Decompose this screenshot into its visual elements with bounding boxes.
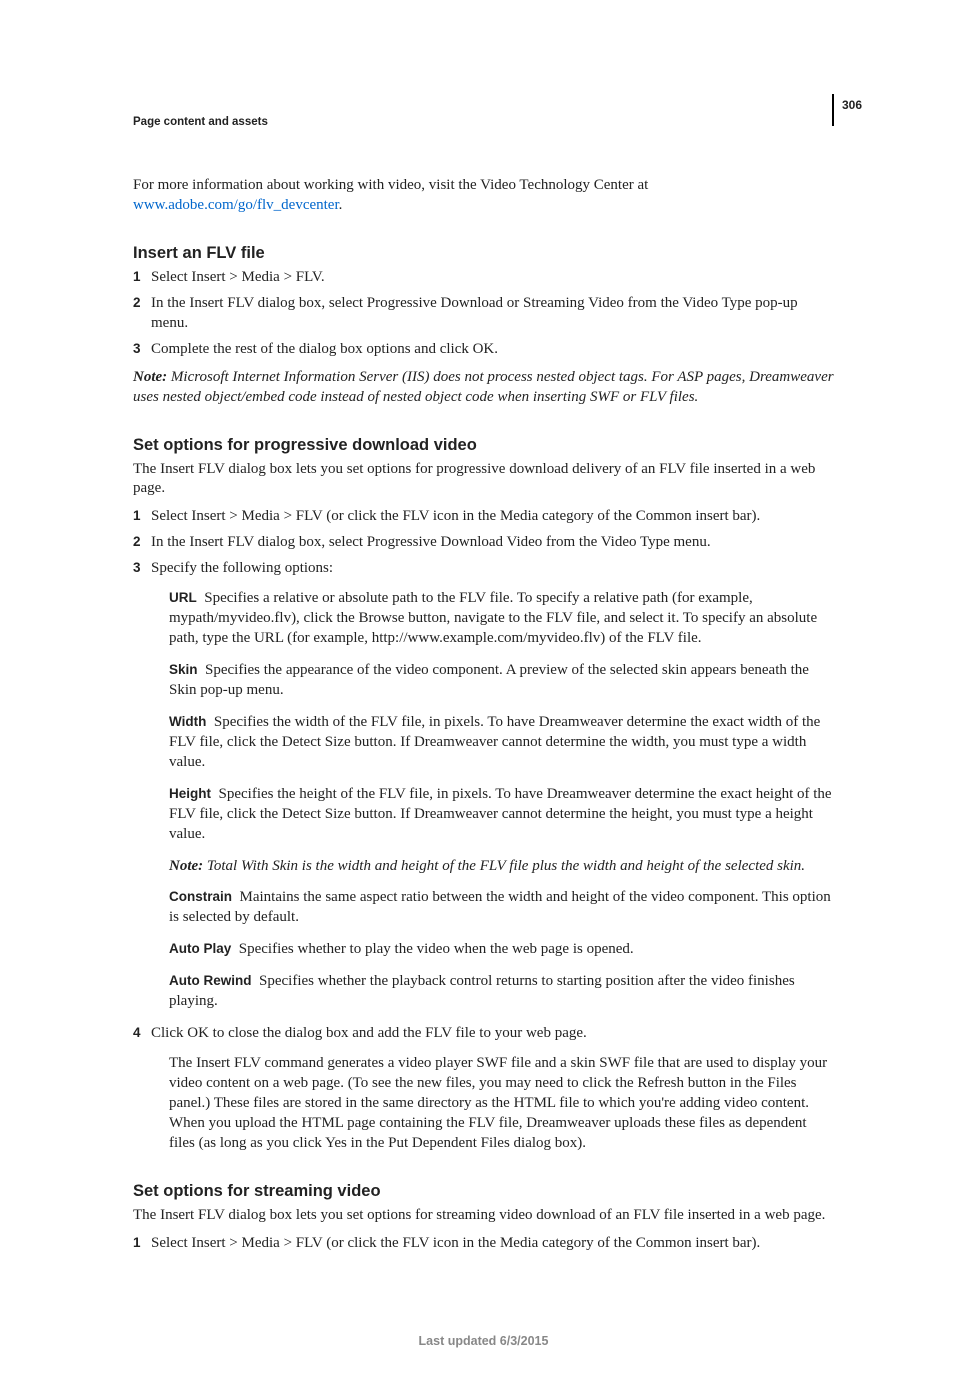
option-width: Width Specifies the width of the FLV fil…: [169, 713, 834, 773]
page-number-container: 306: [832, 94, 862, 126]
step-number: 1: [133, 268, 141, 286]
option-constrain: Constrain Maintains the same aspect rati…: [169, 888, 834, 928]
option-term: Constrain: [169, 889, 232, 904]
step-text: In the Insert FLV dialog box, select Pro…: [151, 534, 711, 550]
step-text: Select Insert > Media > FLV (or click th…: [151, 508, 760, 524]
option-text: Specifies the height of the FLV file, in…: [169, 786, 832, 842]
option-term: URL: [169, 590, 197, 605]
heading-progressive: Set options for progressive download vid…: [133, 436, 834, 455]
heading-insert-flv: Insert an FLV file: [133, 244, 834, 263]
step-text: Select Insert > Media > FLV.: [151, 269, 325, 285]
intro-text: For more information about working with …: [133, 177, 648, 193]
section1-steps: 1 Select Insert > Media > FLV. 2 In the In…: [133, 268, 834, 360]
intro-suffix: .: [339, 197, 343, 213]
step-text: Specify the following options:: [151, 560, 333, 576]
option-note: Note: Total With Skin is the width and h…: [169, 857, 834, 877]
note-text: Total With Skin is the width and height …: [203, 858, 805, 874]
option-text: Specifies the width of the FLV file, in …: [169, 714, 820, 770]
note-label: Note:: [169, 858, 203, 874]
option-height: Height Specifies the height of the FLV f…: [169, 785, 834, 845]
option-text: Maintains the same aspect ratio between …: [169, 889, 831, 925]
page-footer: Last updated 6/3/2015: [133, 1334, 834, 1348]
list-item: 1 Select Insert > Media > FLV.: [133, 268, 834, 288]
option-text: Specifies a relative or absolute path to…: [169, 590, 817, 646]
step4-detail: The Insert FLV command generates a video…: [169, 1054, 834, 1154]
option-term: Width: [169, 714, 206, 729]
list-item: 3 Specify the following options: URL Spec…: [133, 559, 834, 1012]
page-number: 306: [842, 98, 862, 112]
list-item: 1 Select Insert > Media > FLV (or click t…: [133, 1234, 834, 1254]
option-text: Specifies whether the playback control r…: [169, 973, 795, 1009]
list-item: 4 Click OK to close the dialog box and ad…: [133, 1024, 834, 1154]
step-number: 4: [133, 1024, 141, 1042]
list-item: 3 Complete the rest of the dialog box opt…: [133, 340, 834, 360]
step-number: 2: [133, 294, 141, 312]
note-label: Note:: [133, 369, 167, 385]
step-number: 3: [133, 559, 141, 577]
heading-streaming: Set options for streaming video: [133, 1182, 834, 1201]
section2-lead: The Insert FLV dialog box lets you set o…: [133, 460, 834, 500]
option-term: Auto Rewind: [169, 973, 252, 988]
list-item: 2 In the Insert FLV dialog box, select Pr…: [133, 533, 834, 553]
note-text: Microsoft Internet Information Server (I…: [133, 369, 834, 405]
option-term: Auto Play: [169, 941, 231, 956]
option-term: Skin: [169, 662, 198, 677]
intro-paragraph: For more information about working with …: [133, 176, 834, 216]
option-url: URL Specifies a relative or absolute pat…: [169, 589, 834, 649]
step-text: Complete the rest of the dialog box opti…: [151, 341, 498, 357]
option-text: Specifies whether to play the video when…: [239, 941, 634, 957]
step-number: 1: [133, 1234, 141, 1252]
step-text: In the Insert FLV dialog box, select Pro…: [151, 295, 798, 331]
step-text: Select Insert > Media > FLV (or click th…: [151, 1235, 760, 1251]
step-number: 1: [133, 507, 141, 525]
option-autoplay: Auto Play Specifies whether to play the …: [169, 940, 834, 960]
step4-detail-block: The Insert FLV command generates a video…: [151, 1054, 834, 1154]
section1-note: Note: Microsoft Internet Information Ser…: [133, 368, 834, 408]
page-body: 306 Page content and assets For more inf…: [0, 0, 954, 1388]
section3-lead: The Insert FLV dialog box lets you set o…: [133, 1206, 834, 1226]
option-text: Specifies the appearance of the video co…: [169, 662, 809, 698]
step-text: Click OK to close the dialog box and add…: [151, 1025, 587, 1041]
option-term: Height: [169, 786, 211, 801]
option-autorewind: Auto Rewind Specifies whether the playba…: [169, 972, 834, 1012]
option-skin: Skin Specifies the appearance of the vid…: [169, 661, 834, 701]
step-number: 3: [133, 340, 141, 358]
devcenter-link[interactable]: www.adobe.com/go/flv_devcenter: [133, 197, 339, 213]
options-block: URL Specifies a relative or absolute pat…: [151, 589, 834, 1012]
running-head: Page content and assets: [133, 116, 834, 128]
list-item: 1 Select Insert > Media > FLV (or click t…: [133, 507, 834, 527]
step-number: 2: [133, 533, 141, 551]
section2-steps: 1 Select Insert > Media > FLV (or click t…: [133, 507, 834, 1153]
list-item: 2 In the Insert FLV dialog box, select Pr…: [133, 294, 834, 334]
section3-steps: 1 Select Insert > Media > FLV (or click t…: [133, 1234, 834, 1254]
